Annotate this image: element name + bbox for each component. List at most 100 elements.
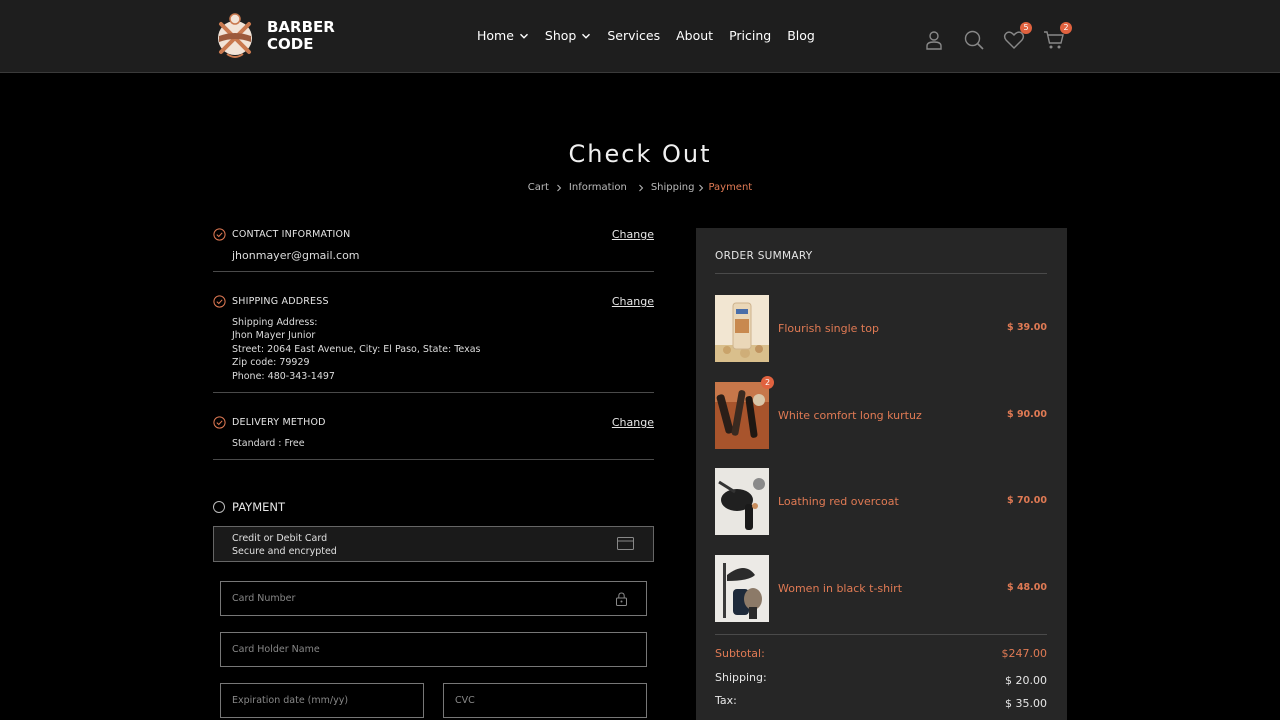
product-image[interactable] — [715, 295, 769, 362]
item-price: $ 48.00 — [1007, 582, 1047, 593]
change-shipping-link[interactable]: Change — [612, 295, 654, 308]
credit-card-icon — [617, 537, 634, 550]
tax-label: Tax: — [715, 694, 737, 707]
main-nav: Home Shop Services About Pricing Blog — [477, 28, 831, 43]
order-item: 2 White comfort long kurtuz $ 90.00 — [715, 376, 1047, 449]
shipping-line: Street: 2064 East Avenue, City: El Paso,… — [232, 343, 481, 355]
search-button[interactable] — [962, 28, 986, 52]
item-price: $ 70.00 — [1007, 495, 1047, 506]
cart-count-badge: 2 — [1060, 22, 1072, 34]
card-option-title: Credit or Debit Card — [232, 533, 328, 544]
subtotal-label: Subtotal: — [715, 647, 765, 660]
shipping-address: Shipping Address: Jhon Mayer Junior Stre… — [232, 316, 481, 383]
account-button[interactable] — [922, 28, 946, 52]
breadcrumb-cart[interactable]: Cart — [528, 182, 549, 193]
breadcrumb: Cart Information Shipping Payment — [0, 182, 1280, 193]
product-brush-image — [715, 555, 769, 622]
product-image[interactable] — [715, 555, 769, 622]
product-razors-image — [715, 382, 769, 449]
order-summary-title: ORDER SUMMARY — [715, 250, 813, 262]
brand-line1: BARBER — [267, 18, 335, 36]
chevron-down-icon — [519, 33, 528, 39]
item-name[interactable]: White comfort long kurtuz — [778, 409, 922, 422]
check-circle-icon — [213, 295, 226, 308]
divider — [715, 273, 1047, 274]
order-summary: ORDER SUMMARY Flourish single top $ 39.0… — [696, 228, 1067, 720]
nav-pricing-label: Pricing — [729, 28, 772, 43]
shipping-line: Phone: 480-343-1497 — [232, 370, 335, 382]
shipping-cost-label: Shipping: — [715, 671, 767, 684]
divider — [715, 634, 1047, 635]
nav-shop[interactable]: Shop — [545, 28, 591, 43]
barber-logo-icon — [218, 13, 252, 58]
delivery-title: DELIVERY METHOD — [232, 417, 326, 428]
item-price: $ 90.00 — [1007, 409, 1047, 420]
cvc-field — [443, 683, 647, 718]
breadcrumb-payment: Payment — [708, 182, 753, 193]
nav-about[interactable]: About — [676, 28, 713, 43]
card-number-field — [220, 581, 647, 616]
delivery-section: DELIVERY METHOD Change Standard : Free — [213, 416, 654, 460]
product-image[interactable] — [715, 382, 769, 449]
card-option-text: Credit or Debit Card Secure and encrypte… — [232, 532, 337, 558]
item-name[interactable]: Women in black t-shirt — [778, 582, 902, 595]
nav-pricing[interactable]: Pricing — [729, 28, 771, 43]
check-circle-icon — [213, 416, 226, 429]
shipping-line: Jhon Mayer Junior — [232, 330, 316, 342]
payment-title: PAYMENT — [232, 500, 286, 514]
breadcrumb-shipping[interactable]: Shipping — [651, 182, 695, 193]
shipping-title: SHIPPING ADDRESS — [232, 296, 329, 307]
shipping-line: Zip code: 79929 — [232, 357, 310, 369]
nav-blog-label: Blog — [787, 28, 815, 43]
contact-title: CONTACT INFORMATION — [232, 229, 351, 240]
shipping-line: Shipping Address: — [232, 317, 318, 328]
delivery-header: DELIVERY METHOD — [213, 416, 326, 429]
payment-radio[interactable] — [213, 501, 225, 513]
shipping-section: SHIPPING ADDRESS Change Shipping Address… — [213, 295, 654, 393]
card-holder-field — [220, 632, 647, 667]
lock-icon — [616, 592, 627, 606]
page-title: Check Out — [568, 140, 712, 168]
brand-name: BARBER CODE — [267, 19, 335, 53]
user-icon — [926, 31, 942, 50]
card-payment-option[interactable]: Credit or Debit Card Secure and encrypte… — [213, 526, 654, 562]
brand-logo[interactable]: BARBER CODE — [213, 10, 335, 62]
shipping-header: SHIPPING ADDRESS — [213, 295, 329, 308]
contact-email: jhonmayer@gmail.com — [232, 249, 360, 262]
card-number-input[interactable] — [221, 582, 646, 615]
expiry-field — [220, 683, 424, 718]
chevron-down-icon — [582, 33, 591, 39]
wishlist-count-badge: 5 — [1020, 22, 1032, 34]
chevron-right-icon — [557, 184, 562, 191]
item-price: $ 39.00 — [1007, 322, 1047, 333]
breadcrumb-information[interactable]: Information — [569, 182, 627, 193]
cart-button[interactable]: 2 — [1042, 22, 1072, 52]
order-item: Loathing red overcoat $ 70.00 — [715, 468, 1047, 535]
chevron-right-icon — [699, 184, 704, 191]
nav-home-label: Home — [477, 28, 514, 43]
nav-services-label: Services — [607, 28, 661, 43]
change-delivery-link[interactable]: Change — [612, 416, 654, 429]
nav-home[interactable]: Home — [477, 28, 529, 43]
site-header: BARBER CODE Home Shop Services About Pri… — [0, 0, 1280, 73]
product-dryer-image — [715, 468, 769, 535]
change-contact-link[interactable]: Change — [612, 228, 654, 241]
cvc-input[interactable] — [444, 684, 646, 717]
chevron-right-icon — [638, 184, 644, 191]
item-name[interactable]: Flourish single top — [778, 322, 879, 335]
contact-section: CONTACT INFORMATION Change jhonmayer@gma… — [213, 228, 654, 272]
payment-header: PAYMENT — [213, 500, 285, 514]
contact-header: CONTACT INFORMATION — [213, 228, 350, 241]
product-image[interactable] — [715, 468, 769, 535]
item-name[interactable]: Loathing red overcoat — [778, 495, 899, 508]
expiry-input[interactable] — [221, 684, 423, 717]
subtotal-value: $247.00 — [1001, 647, 1048, 660]
nav-services[interactable]: Services — [607, 28, 660, 43]
nav-about-label: About — [676, 28, 714, 43]
card-holder-input[interactable] — [221, 633, 646, 666]
order-item: Women in black t-shirt $ 48.00 — [715, 555, 1047, 622]
brand-line2: CODE — [267, 35, 314, 53]
nav-blog[interactable]: Blog — [787, 28, 815, 43]
wishlist-button[interactable]: 5 — [1002, 22, 1032, 52]
nav-shop-label: Shop — [544, 28, 577, 43]
